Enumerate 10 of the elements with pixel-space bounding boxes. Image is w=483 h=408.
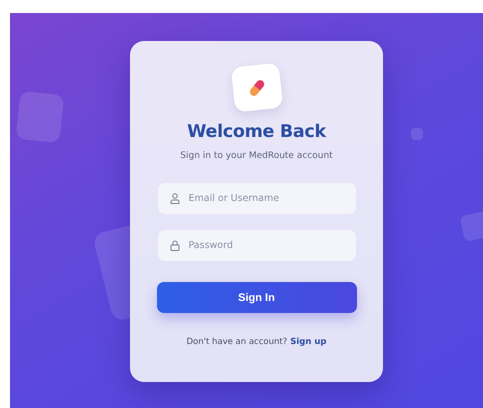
background-shape (16, 90, 64, 144)
signup-prompt: Don't have an account? (186, 337, 288, 347)
email-field[interactable]: Email or Username (158, 183, 356, 214)
sign-up-link[interactable]: Sign up (290, 337, 326, 347)
sign-in-button[interactable]: Sign In (156, 282, 356, 313)
subtitle: Sign in to your MedRoute account (180, 151, 333, 161)
lock-icon (170, 240, 180, 251)
user-icon (170, 193, 180, 204)
welcome-title: Welcome Back (187, 122, 326, 142)
password-field[interactable]: Password (158, 230, 356, 261)
